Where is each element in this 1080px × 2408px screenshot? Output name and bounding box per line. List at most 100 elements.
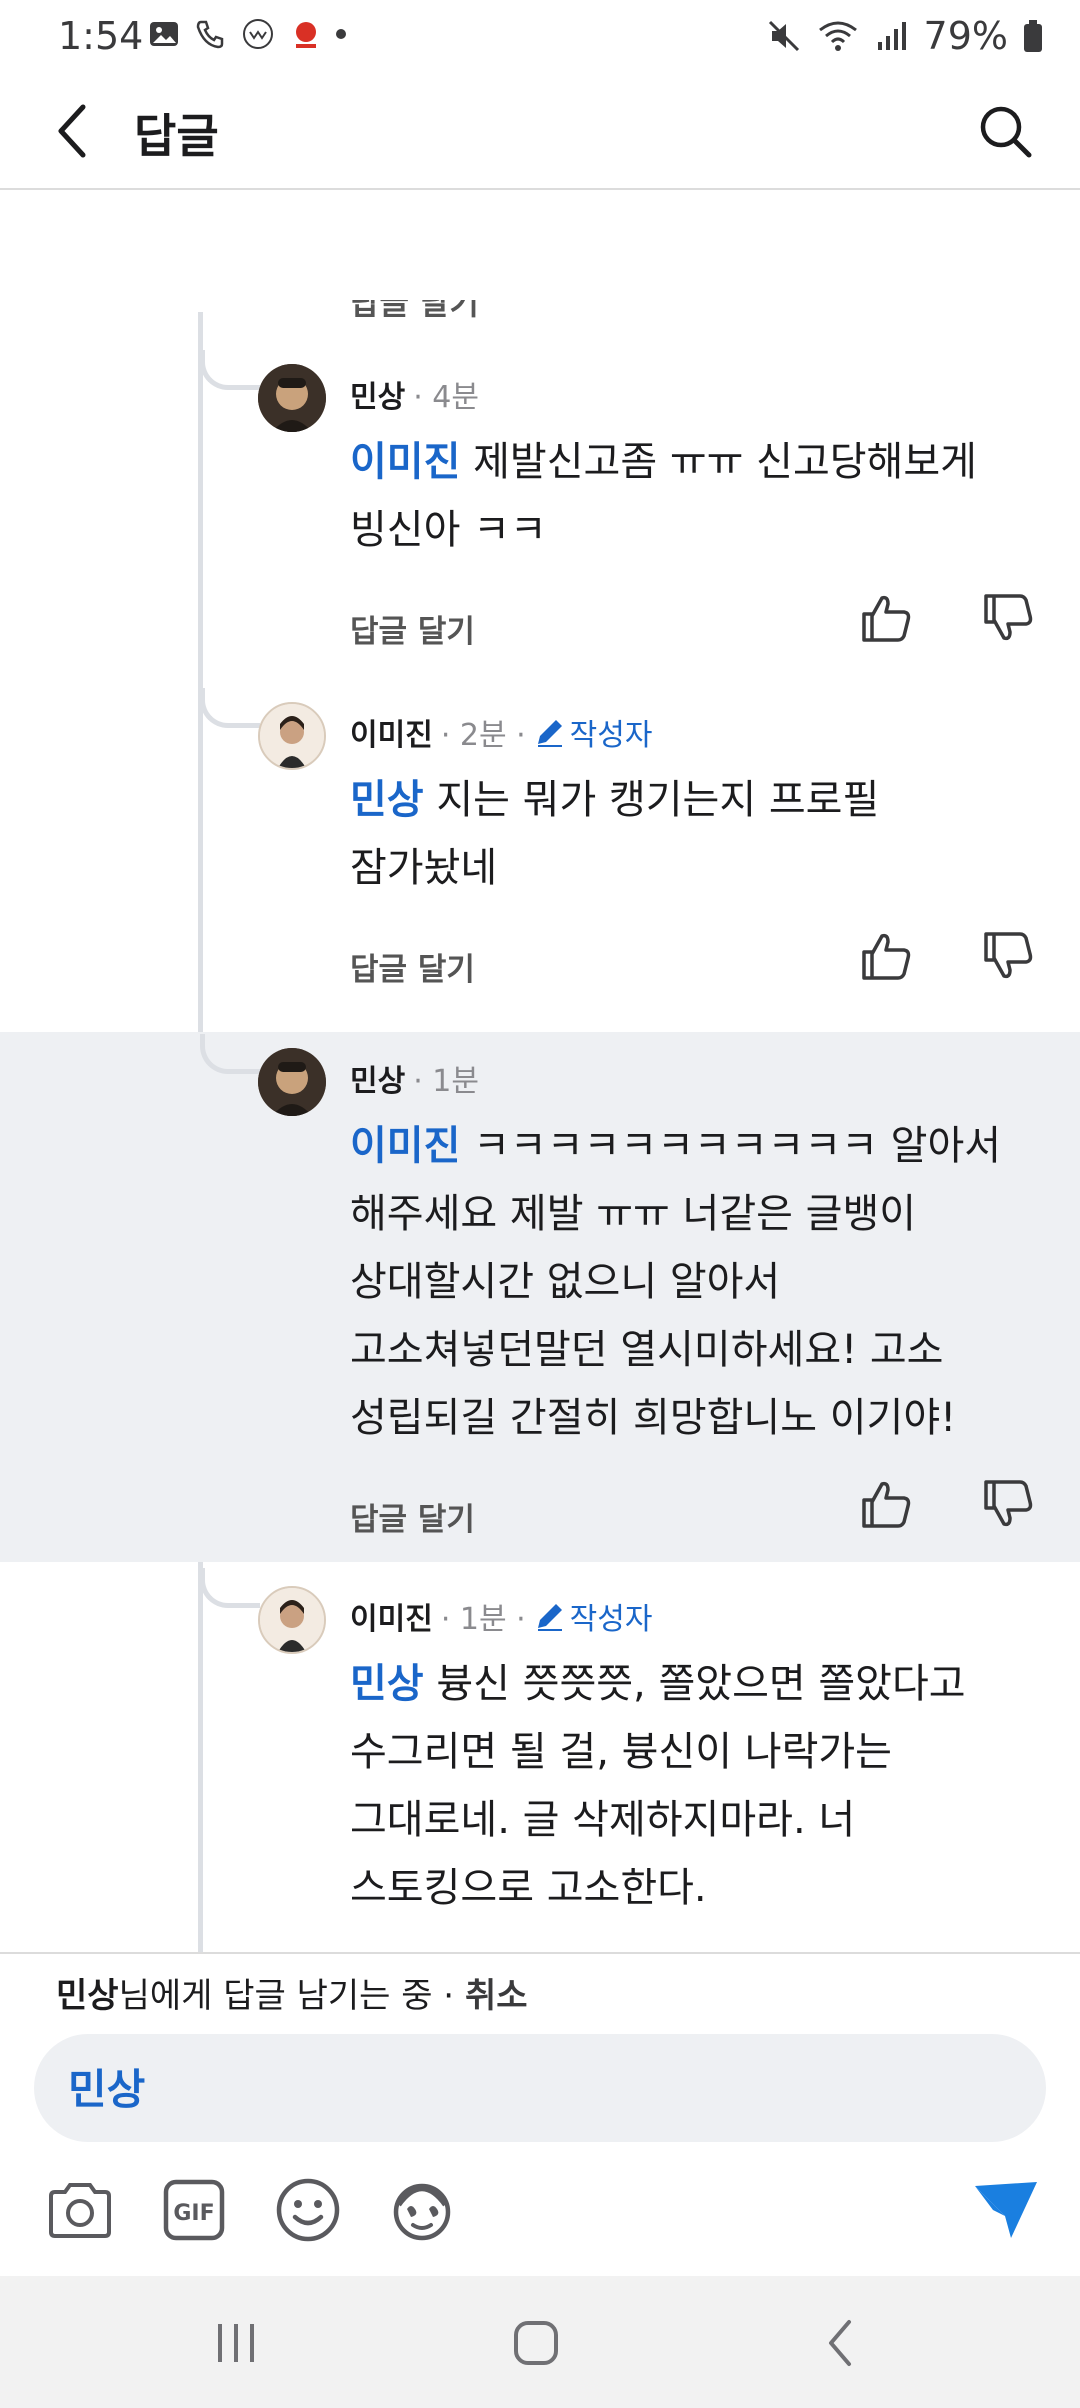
comment: 이미진 · 1분 · 작성자 민상 븅신 쯧쯧쯧, 쫄았으면 쫄았다고 수그리면… — [0, 1562, 1080, 1952]
thumbs-down-icon[interactable] — [980, 590, 1036, 646]
thumbs-up-icon[interactable] — [858, 928, 914, 984]
comment-body: 이미진 제발신고좀 ㅠㅠ 신고당해보게 빙신아 ㅋㅋ — [350, 428, 1010, 564]
comment-line: 민상 지는 뭐가 캥기는지 프로필 — [350, 766, 1010, 834]
smiley-icon — [276, 2178, 340, 2242]
mention-link[interactable]: 민상 — [350, 1661, 424, 1707]
comment: 민상 · 4분 이미진 제발신고좀 ㅠㅠ 신고당해보게 빙신아 ㅋㅋ 답글 달기 — [0, 350, 1080, 682]
send-button[interactable] — [966, 2170, 1046, 2250]
gif-button[interactable]: GIF — [154, 2170, 234, 2250]
comment-author[interactable]: 민상 — [350, 372, 405, 416]
cancel-reply-button[interactable]: 취소 — [465, 1976, 528, 2016]
comment-line: 잠가놨네 — [350, 845, 498, 891]
search-button[interactable] — [970, 96, 1040, 166]
search-icon — [980, 106, 1032, 158]
avatar-photo — [258, 364, 326, 432]
home-button[interactable] — [496, 2308, 576, 2378]
comment-highlighted: 민상 · 1분 이미진 ㅋㅋㅋㅋㅋㅋㅋㅋㅋㅋㅋ 알아서 해주세요 제발 ㅠㅠ 너… — [0, 1032, 1080, 1562]
comment-text: ㅋㅋㅋㅋㅋㅋㅋㅋㅋㅋㅋ 알아서 — [473, 1123, 1002, 1169]
reply-context-suffix: 님에게 답글 남기는 중 · — [118, 1976, 455, 2016]
status-bar: 1:54 79% — [0, 0, 1080, 76]
thread-branch — [200, 688, 260, 728]
call-icon — [196, 20, 224, 49]
comment-text: 븅신 쯧쯧쯧, 쫄았으면 쫄았다고 — [436, 1661, 966, 1707]
system-status: 79% — [766, 14, 1044, 58]
comment-time: · 1분 · — [440, 1602, 526, 1637]
reply-button[interactable]: 답글 달기 — [350, 944, 475, 989]
thread-branch — [200, 350, 260, 390]
comment-body: 이미진 ㅋㅋㅋㅋㅋㅋㅋㅋㅋㅋㅋ 알아서 해주세요 제발 ㅠㅠ 너같은 글뱅이 상… — [350, 1112, 1010, 1452]
emoji-button[interactable] — [268, 2170, 348, 2250]
reply-target-name: 민상 — [56, 1976, 119, 2016]
comment-time: · 4분 — [413, 380, 479, 415]
comment-line: 이미진 제발신고좀 ㅠㅠ 신고당해보게 — [350, 428, 1010, 496]
comment-time: · 1분 — [413, 1064, 479, 1099]
page-title: 답글 — [134, 109, 219, 163]
wifi-icon — [818, 21, 857, 51]
status-time: 1:54 — [58, 14, 144, 58]
avatar[interactable] — [258, 1586, 326, 1654]
comment-body: 민상 븅신 쯧쯧쯧, 쫄았으면 쫄았다고 수그리면 될 걸, 븅신이 나락가는 … — [350, 1650, 1010, 1922]
comment: 이미진 · 2분 · 작성자 민상 지는 뭐가 캥기는지 프로필 잠가놨네 답글… — [0, 682, 1080, 1020]
comment-time: · 2분 · — [440, 718, 526, 753]
gif-icon: GIF — [163, 2179, 225, 2241]
reply-button[interactable]: 답글 달기 — [350, 606, 475, 651]
comment-meta: 민상 · 4분 — [350, 372, 479, 416]
comment-text: 제발신고좀 ㅠㅠ 신고당해보게 — [473, 439, 977, 485]
avatar[interactable] — [258, 1048, 326, 1116]
reply-button[interactable]: 답글 달기 — [350, 300, 479, 324]
avatar-sticker-icon — [393, 2183, 451, 2241]
thumbs-up-icon[interactable] — [858, 1476, 914, 1532]
system-nav-bar — [0, 2276, 1080, 2408]
thread-branch — [200, 1568, 260, 1608]
app-notification-icon — [296, 22, 316, 48]
avatar-sticker-button[interactable] — [382, 2170, 462, 2250]
nav-back-icon — [829, 2320, 851, 2366]
reply-context-text: 민상님에게 답글 남기는 중 · 취소 — [56, 1968, 528, 2017]
gallery-icon — [150, 22, 178, 46]
comment-text: 지는 뭐가 캥기는지 프로필 — [436, 777, 880, 823]
more-notifications-dot — [336, 29, 346, 39]
comment-line: 민상 븅신 쯧쯧쯧, 쫄았으면 쫄았다고 — [350, 1650, 1010, 1718]
avatar[interactable] — [258, 702, 326, 770]
comment-line: 그대로네. 글 삭제하지마라. 너 — [350, 1797, 856, 1843]
thumbs-down-icon[interactable] — [980, 928, 1036, 984]
composer-toolbar: GIF — [0, 2160, 1080, 2260]
back-button[interactable] — [38, 96, 108, 166]
comment-meta: 이미진 · 2분 · 작성자 — [350, 710, 652, 754]
avatar[interactable] — [258, 364, 326, 432]
notification-icons — [148, 18, 346, 50]
mention-link[interactable]: 이미진 — [350, 439, 460, 485]
comment-meta: 이미진 · 1분 · 작성자 — [350, 1594, 652, 1638]
pencil-icon — [537, 1604, 562, 1631]
reply-button[interactable]: 답글 달기 — [350, 1494, 475, 1539]
reply-thread[interactable]: 답글 달기 민상 · 4분 이미진 제발신고좀 ㅠㅠ 신고당해보게 빙신아 ㅋㅋ… — [0, 192, 1080, 1952]
author-badge-label: 작성자 — [569, 1602, 653, 1637]
mute-icon — [768, 20, 799, 52]
comment-input[interactable]: 민상 — [34, 2034, 1046, 2142]
thumbs-up-icon[interactable] — [858, 590, 914, 646]
home-icon — [514, 2321, 558, 2365]
signal-icon — [877, 22, 906, 50]
thumbs-down-icon[interactable] — [980, 1476, 1036, 1532]
camera-button[interactable] — [40, 2170, 120, 2250]
thread-branch — [200, 1034, 260, 1074]
recents-button[interactable] — [196, 2308, 276, 2378]
back-arrow-icon — [58, 104, 86, 158]
comment-input-value[interactable]: 민상 — [68, 2056, 145, 2117]
author-badge-label: 작성자 — [569, 718, 653, 753]
comment-line: 이미진 ㅋㅋㅋㅋㅋㅋㅋㅋㅋㅋㅋ 알아서 — [350, 1112, 1010, 1180]
comment-line: 수그리면 될 걸, 븅신이 나락가는 — [350, 1729, 892, 1775]
battery-percent: 79% — [923, 14, 1008, 58]
comment-line: 해주세요 제발 ㅠㅠ 너같은 글뱅이 — [350, 1191, 917, 1237]
recents-icon — [218, 2324, 254, 2362]
comment-author[interactable]: 이미진 — [350, 1594, 433, 1638]
nav-back-button[interactable] — [800, 2308, 880, 2378]
comment-author[interactable]: 이미진 — [350, 710, 433, 754]
comment-line: 고소쳐넣던말던 열시미하세요! 고소 — [350, 1327, 944, 1373]
app-bar: 답글 — [0, 76, 1080, 190]
comment-author[interactable]: 민상 — [350, 1056, 405, 1100]
mention-link[interactable]: 이미진 — [350, 1123, 460, 1169]
mention-link[interactable]: 민상 — [350, 777, 424, 823]
battery-icon — [1024, 20, 1042, 52]
comment-line: 빙신아 ㅋㅋ — [350, 507, 547, 553]
